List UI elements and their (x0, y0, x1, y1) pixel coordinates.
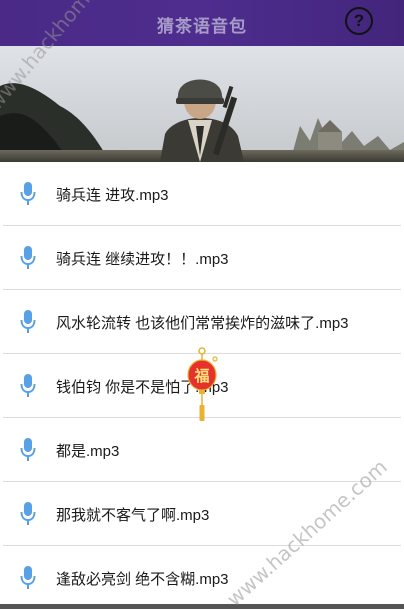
list-item-label: 都是.mp3 (56, 443, 120, 460)
list-item[interactable]: 都是.mp3 (3, 418, 401, 482)
app-title: 猜茶语音包 (157, 17, 247, 36)
microphone-icon (20, 566, 36, 589)
list-item[interactable]: 骑兵连 进攻.mp3 (3, 162, 401, 226)
banner-image (0, 46, 404, 162)
app-header: 猜茶语音包 ? (0, 0, 404, 46)
microphone-icon (20, 374, 36, 397)
microphone-icon (20, 246, 36, 269)
list-item-label: 那我就不客气了啊.mp3 (56, 507, 210, 524)
list-item-label: 风水轮流转 也该他们常常挨炸的滋味了.mp3 (56, 315, 349, 332)
help-button[interactable]: ? (345, 7, 373, 35)
list-item[interactable]: 逢敌必亮剑 绝不含糊.mp3 (3, 546, 401, 609)
list-item-label: 骑兵连 继续进攻！！.mp3 (56, 251, 229, 268)
help-icon: ? (353, 11, 365, 30)
list-item[interactable]: 那我就不客气了啊.mp3 (3, 482, 401, 546)
hero-banner (0, 46, 404, 162)
microphone-icon (20, 502, 36, 525)
microphone-icon (20, 182, 36, 205)
lantern-text: 福 (193, 367, 209, 385)
list-item-label: 逢敌必亮剑 绝不含糊.mp3 (56, 571, 229, 588)
list-item-label: 骑兵连 进攻.mp3 (56, 187, 169, 204)
bottom-edge (0, 604, 404, 609)
list-item[interactable]: 骑兵连 继续进攻！！.mp3 (3, 226, 401, 290)
list-item[interactable]: 风水轮流转 也该他们常常挨炸的滋味了.mp3 (3, 290, 401, 354)
microphone-icon (20, 438, 36, 461)
microphone-icon (20, 310, 36, 333)
lucky-lantern-icon[interactable]: 福 (182, 347, 222, 423)
